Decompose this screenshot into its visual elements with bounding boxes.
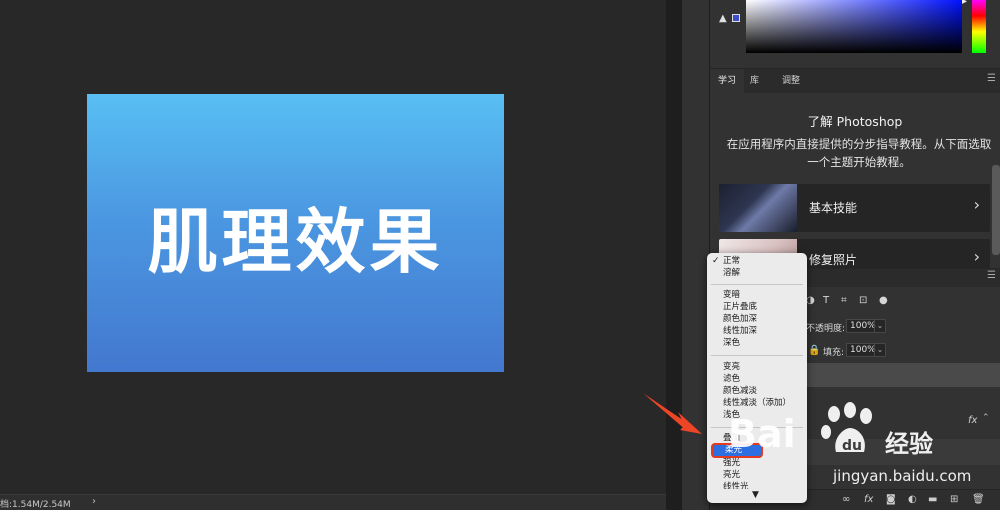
menu-divider	[711, 284, 803, 285]
document-workspace[interactable]: 肌理效果	[0, 0, 666, 494]
type-icon[interactable]: T	[823, 295, 829, 306]
blend-item-linear-dodge[interactable]: 线性减淡（添加）	[707, 397, 807, 409]
blend-item-linear-light[interactable]: 线性光	[707, 481, 807, 489]
tutorial-label: 基本技能	[809, 201, 858, 215]
adjustment-layer-icon[interactable]: ◐	[908, 494, 917, 505]
panel-menu-icon[interactable]: ☰	[987, 270, 996, 281]
blend-item-darken[interactable]: 变暗	[707, 289, 807, 301]
blend-mode-menu[interactable]: ✓ 正常 溶解 变暗 正片叠底 颜色加深 线性加深 深色 变亮 滤色 颜色减淡 …	[707, 253, 807, 503]
watermark-du: du	[842, 438, 862, 454]
blend-item-normal[interactable]: 正常	[707, 255, 807, 267]
fx-icon: fx	[968, 415, 978, 426]
tab-library[interactable]: 库	[742, 69, 767, 93]
baidu-paw-icon: du	[821, 402, 872, 454]
chevron-up-icon[interactable]: ⌃	[982, 413, 990, 423]
blend-item-linear-burn[interactable]: 线性加深	[707, 325, 807, 337]
tutorial-thumbnail	[719, 184, 797, 232]
filter-toggle-icon[interactable]: ●	[879, 295, 888, 306]
trash-icon[interactable]: 🗑	[972, 494, 985, 505]
menu-divider	[711, 355, 803, 356]
gamut-swatch[interactable]	[732, 14, 740, 22]
color-picker-field[interactable]	[746, 0, 962, 53]
blend-item-lighten[interactable]: 变亮	[707, 361, 807, 373]
blend-item-dissolve[interactable]: 溶解	[707, 267, 807, 279]
mask-icon[interactable]: ◙	[886, 494, 896, 505]
watermark-logo: Bai	[728, 412, 796, 456]
learn-description: 在应用程序内直接提供的分步指导教程。从下面选取一个主题开始教程。	[726, 137, 992, 169]
status-expand-icon[interactable]: ›	[92, 496, 96, 507]
tutorial-card-basic[interactable]: 基本技能 ›	[719, 184, 990, 232]
hue-slider[interactable]	[972, 0, 986, 53]
opacity-dropdown[interactable]: ⌄	[874, 319, 886, 333]
color-panel: ▲ ▸	[710, 0, 1000, 66]
lock-icon[interactable]: 🔒	[808, 345, 820, 356]
watermark-url: jingyan.baidu.com	[833, 467, 972, 485]
panel-menu-icon[interactable]: ☰	[987, 73, 996, 84]
fill-dropdown[interactable]: ⌄	[874, 343, 886, 357]
blend-item-darker-color[interactable]: 深色	[707, 337, 807, 349]
fill-label: 填充:	[823, 348, 845, 358]
shape-filter-icon[interactable]: ⌗	[841, 295, 847, 306]
tab-learn[interactable]: 学习	[710, 69, 745, 93]
document-size-text: 档:1.54M/2.54M	[0, 500, 71, 510]
fx-icon[interactable]: fx	[864, 494, 873, 505]
learn-panel: 学习 库 调整 ☰ 了解 Photoshop 在应用程序内直接提供的分步指导教程…	[710, 68, 1000, 269]
panel-scrollbar[interactable]	[992, 165, 1000, 255]
tab-adjust[interactable]: 调整	[774, 69, 808, 93]
blend-item-color-dodge[interactable]: 颜色减淡	[707, 385, 807, 397]
canvas-text: 肌理效果	[147, 201, 444, 283]
hue-handle-icon[interactable]: ▸	[962, 0, 967, 7]
folder-icon[interactable]: ▬	[928, 494, 937, 505]
document-canvas[interactable]: 肌理效果	[87, 94, 504, 372]
blend-item-multiply[interactable]: 正片叠底	[707, 301, 807, 313]
blend-item-screen[interactable]: 滤色	[707, 373, 807, 385]
tutorial-label: 修复照片	[809, 253, 858, 267]
status-bar: 档:1.54M/2.54M ›	[0, 494, 666, 510]
blend-item-color-burn[interactable]: 颜色加深	[707, 313, 807, 325]
pointer-arrow-icon	[642, 392, 702, 434]
blend-item-hard-light[interactable]: 强光	[707, 457, 807, 469]
learn-title: 了解 Photoshop	[807, 114, 903, 129]
chevron-right-icon: ›	[973, 195, 980, 214]
blend-item-vivid-light[interactable]: 亮光	[707, 469, 807, 481]
smart-object-icon[interactable]: ⊡	[859, 295, 867, 306]
scroll-down-icon[interactable]: ▼	[752, 490, 759, 500]
learn-tabbar: 学习 库 调整 ☰	[710, 69, 1000, 93]
warning-icon[interactable]: ▲	[719, 13, 727, 24]
link-icon[interactable]: ∞	[842, 494, 850, 505]
chevron-right-icon: ›	[973, 247, 980, 266]
new-layer-icon[interactable]: ⊞	[950, 494, 958, 505]
watermark-cn: 经验	[885, 430, 933, 458]
opacity-label: 不透明度:	[806, 324, 846, 334]
adjust-filter-icon[interactable]: ◑	[806, 295, 815, 306]
